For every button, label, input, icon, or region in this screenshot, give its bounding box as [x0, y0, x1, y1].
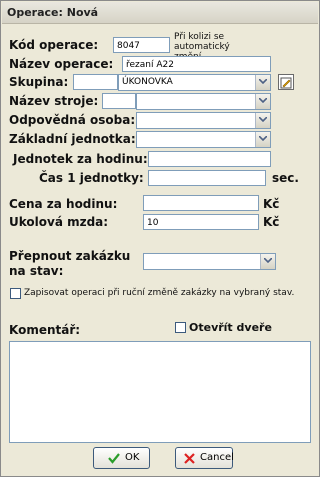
wage-currency: Kč: [263, 215, 280, 229]
unit-select[interactable]: [136, 131, 271, 148]
comment-textarea[interactable]: [9, 341, 311, 443]
ok-button-label: OK: [125, 452, 140, 463]
chevron-down-icon[interactable]: [255, 94, 270, 109]
price-currency: Kč: [263, 197, 280, 211]
window-title: Operace: Nová: [7, 6, 99, 19]
name-input[interactable]: řezaní A22: [122, 56, 271, 72]
switch-order-label-line2: na stav:: [9, 264, 64, 278]
comment-label: Komentář:: [9, 323, 81, 337]
person-select[interactable]: [136, 112, 271, 129]
unit-label: Základní jednotka:: [9, 132, 136, 146]
machine-select[interactable]: [136, 93, 271, 110]
cancel-button[interactable]: Cancel: [175, 447, 234, 469]
group-label: Skupina:: [9, 75, 69, 89]
record-operation-checkbox[interactable]: [10, 288, 21, 299]
name-label: Název operace:: [9, 57, 114, 71]
price-input[interactable]: [143, 195, 259, 211]
switch-order-label-line1: Přepnout zakázku: [9, 249, 131, 263]
chevron-down-icon[interactable]: [260, 254, 275, 269]
units-per-hour-input[interactable]: [148, 151, 271, 167]
order-state-select[interactable]: [143, 253, 276, 270]
group-select-value: ÚKONOVKA: [122, 77, 173, 87]
open-door-checkbox[interactable]: [175, 322, 186, 333]
ok-button[interactable]: OK: [93, 447, 150, 469]
group-code-input[interactable]: [73, 74, 118, 90]
open-door-label: Otevřít dveře: [189, 321, 272, 334]
chevron-down-icon[interactable]: [255, 113, 270, 128]
group-select[interactable]: ÚKONOVKA: [118, 74, 271, 91]
cancel-button-label: Cancel: [200, 452, 234, 463]
unit-time-input[interactable]: [148, 170, 266, 186]
wage-label: Ukolová mzda:: [9, 215, 109, 229]
chevron-down-icon[interactable]: [255, 75, 270, 90]
dialog-window: Operace: Nová Kód operace: 8047 Při koli…: [0, 0, 320, 477]
record-operation-label: Zapisovat operaci při ruční změně zakázk…: [24, 288, 295, 298]
machine-code-input[interactable]: [102, 93, 136, 109]
wage-input[interactable]: 10: [143, 214, 259, 230]
unit-time-label: Čas 1 jednotky:: [39, 171, 144, 185]
code-input[interactable]: 8047: [113, 37, 170, 53]
person-label: Odpovědná osoba:: [9, 113, 136, 127]
close-icon: [184, 453, 195, 464]
check-icon: [108, 453, 120, 464]
title-bar: Operace: Nová: [2, 2, 318, 24]
code-label: Kód operace:: [9, 38, 99, 52]
unit-time-suffix: sec.: [272, 171, 299, 185]
units-per-hour-label: Jednotek za hodinu:: [13, 152, 148, 166]
price-label: Cena za hodinu:: [9, 197, 118, 211]
chevron-down-icon[interactable]: [255, 132, 270, 147]
edit-icon[interactable]: [278, 74, 294, 90]
machine-label: Název stroje:: [9, 94, 99, 108]
